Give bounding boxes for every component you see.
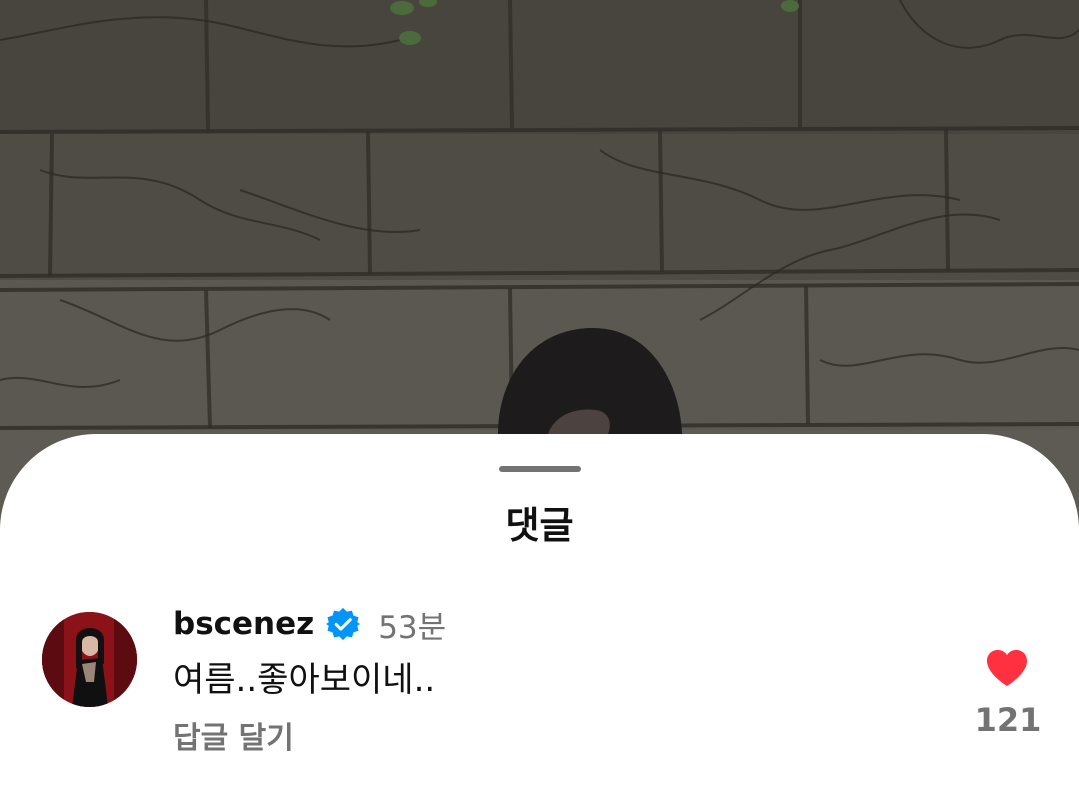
like-count: 121 <box>974 701 1042 739</box>
heart-icon[interactable] <box>985 648 1029 688</box>
profile-photo <box>42 612 137 707</box>
sheet-title: 댓글 <box>505 504 574 547</box>
comment-item: bscenez 53분 여름..좋아보이네.. 답글 달기 121 <box>0 602 1079 762</box>
comment-text: 여름..좋아보이네.. <box>173 660 436 700</box>
sheet-drag-handle[interactable] <box>499 466 581 472</box>
comment-username[interactable]: bscenez <box>173 606 314 642</box>
comment-timestamp: 53분 <box>378 609 447 646</box>
avatar[interactable] <box>42 612 137 707</box>
reply-button[interactable]: 답글 달기 <box>173 719 294 759</box>
comment-header: bscenez 53분 <box>173 602 446 646</box>
verified-badge-icon <box>326 607 361 641</box>
comments-sheet: 댓글 bscenez 53분 여름..좋아보이네.. 답글 달기 121 <box>0 434 1079 794</box>
